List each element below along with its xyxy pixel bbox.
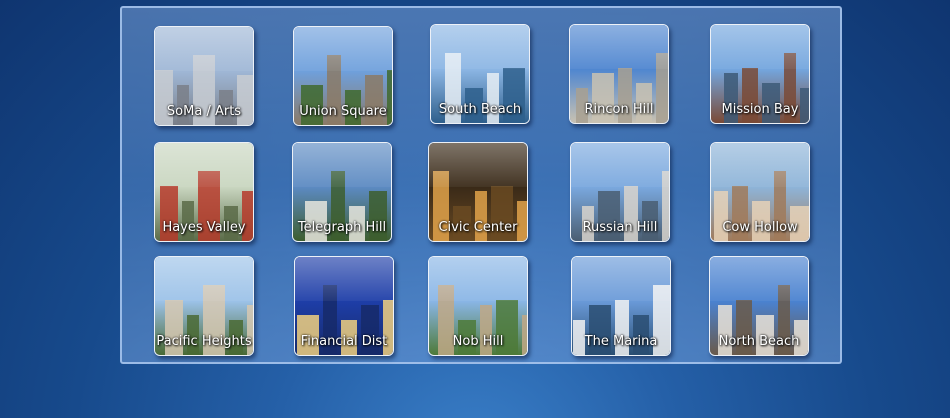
tile-label: Union Square xyxy=(299,104,387,119)
tile-cow-hollow[interactable]: Cow Hollow xyxy=(710,142,810,242)
tile-rincon-hill[interactable]: Rincon Hill xyxy=(569,24,669,124)
tile-russian-hill[interactable]: Russian Hill xyxy=(570,142,670,242)
tile-south-beach[interactable]: South Beach xyxy=(430,24,530,124)
tile-label: Hayes Valley xyxy=(162,220,246,235)
tile-pacific-heights[interactable]: Pacific Heights xyxy=(154,256,254,356)
tile-union-square[interactable]: Union Square xyxy=(293,26,393,126)
tile-hayes-valley[interactable]: Hayes Valley xyxy=(154,142,254,242)
tile-label: Civic Center xyxy=(438,220,518,235)
tile-soma-arts[interactable]: SoMa / Arts xyxy=(154,26,254,126)
tile-label: Russian Hill xyxy=(582,220,658,235)
tile-nob-hill[interactable]: Nob Hill xyxy=(428,256,528,356)
tile-mission-bay[interactable]: Mission Bay xyxy=(710,24,810,124)
scene-shape xyxy=(529,83,530,123)
tile-label: SoMa / Arts xyxy=(166,104,242,119)
tile-label: The Marina xyxy=(584,334,658,349)
tile-label: Pacific Heights xyxy=(156,334,252,349)
tile-financial-dist[interactable]: Financial Dist xyxy=(294,256,394,356)
tile-label: North Beach xyxy=(718,334,800,349)
tile-label: South Beach xyxy=(438,102,522,117)
tile-telegraph-hill[interactable]: Telegraph Hill xyxy=(292,142,392,242)
tile-north-beach[interactable]: North Beach xyxy=(709,256,809,356)
tile-label: Telegraph Hill xyxy=(297,220,387,235)
scene-shape xyxy=(391,186,392,241)
neighborhood-panel: SoMa / Arts Union Square South Beach Rin… xyxy=(120,6,842,364)
tile-civic-center[interactable]: Civic Center xyxy=(428,142,528,242)
tile-the-marina[interactable]: The Marina xyxy=(571,256,671,356)
tile-label: Financial Dist xyxy=(300,334,388,349)
tile-label: Nob Hill xyxy=(452,334,504,349)
tile-label: Mission Bay xyxy=(721,102,799,117)
tile-label: Cow Hollow xyxy=(722,220,798,235)
tile-label: Rincon Hill xyxy=(584,102,654,117)
